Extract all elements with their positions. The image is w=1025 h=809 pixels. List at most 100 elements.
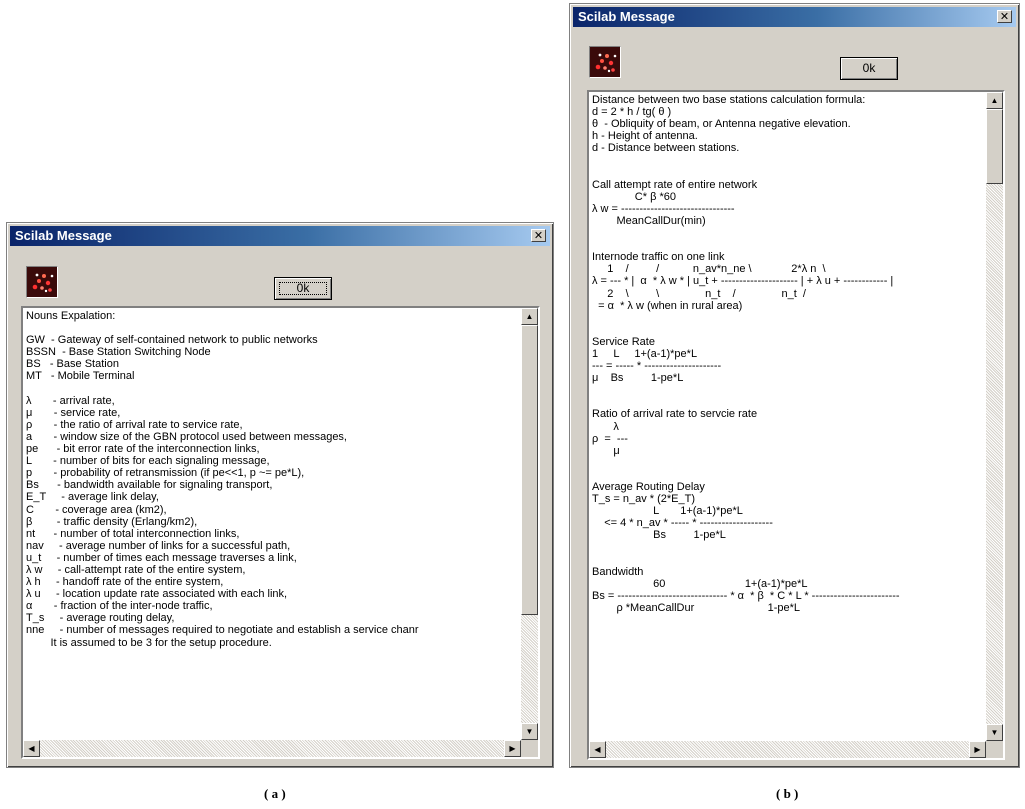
message-line: ρ = ---	[592, 432, 628, 445]
message-line: T_s = n_av * (2*E_T)	[592, 493, 696, 506]
message-line: λ u - location update rate associated wi…	[26, 588, 288, 601]
message-line: 1 L 1+(a-1)*pe*L	[592, 347, 698, 360]
ok-button-a[interactable]: 0k	[274, 277, 332, 300]
message-line: 2 \ \ n_t / n_t /	[592, 287, 806, 300]
message-line: ρ *MeanCallDur 1-pe*L	[592, 601, 800, 614]
message-line	[592, 554, 983, 566]
message-line	[592, 324, 983, 336]
message-line: Bs - bandwidth available for signaling t…	[26, 479, 273, 492]
message-line: L - number of bits for each signaling me…	[26, 455, 270, 468]
message-line: λ w = -------------------------------	[592, 202, 735, 215]
message-line: μ	[592, 444, 620, 457]
message-line	[592, 384, 983, 396]
title-bar-b[interactable]: Scilab Message ✕	[573, 7, 1016, 27]
scilab-icon	[589, 46, 621, 78]
message-line: Distance between two base stations calcu…	[592, 94, 866, 106]
scroll-thumb-vertical-a[interactable]	[521, 325, 538, 615]
message-line: u_t - number of times each message trave…	[26, 551, 297, 564]
message-line	[592, 239, 983, 251]
message-line: Internode traffic on one link	[592, 251, 725, 264]
scilab-message-dialog-b: Scilab Message ✕ 0k Distance between two…	[569, 3, 1020, 768]
message-line: λ = --- * | α * λ w * | u_t + ----------…	[592, 275, 894, 288]
scroll-right-arrow-icon[interactable]: ▶	[969, 741, 986, 758]
scroll-thumb-vertical-b[interactable]	[986, 109, 1003, 184]
message-line: Average Routing Delay	[592, 481, 705, 493]
message-line: E_T - average link delay,	[26, 491, 159, 504]
message-line: λ - arrival rate,	[26, 394, 115, 407]
message-line: nne - number of messages required to neg…	[26, 624, 419, 637]
scrollbar-corner-a	[521, 740, 538, 757]
message-line	[592, 227, 983, 239]
message-line: θ - Obliquity of beam, or Antenna negati…	[592, 118, 851, 131]
message-text-area-b[interactable]: Distance between two base stations calcu…	[587, 90, 1005, 760]
message-line	[592, 167, 983, 179]
scilab-message-dialog-a: Scilab Message ✕ 0k Nouns Expalation: GW…	[6, 222, 554, 768]
horizontal-scrollbar-b[interactable]: ◀ ▶	[589, 741, 986, 758]
vertical-scrollbar-a[interactable]: ▲ ▼	[521, 308, 538, 740]
caption-a: ( a )	[264, 786, 286, 801]
caption-b: ( b )	[776, 786, 799, 801]
message-line: BS - Base Station	[26, 358, 119, 371]
message-line: β - traffic density (Erlang/km2),	[26, 515, 198, 528]
message-line	[592, 541, 983, 553]
scilab-icon	[26, 266, 58, 298]
message-line: nav - average number of links for a succ…	[26, 539, 291, 552]
message-line: p - probability of retransmission (if pe…	[26, 467, 305, 480]
scroll-up-arrow-icon[interactable]: ▲	[986, 92, 1003, 109]
dialog-title-b: Scilab Message	[578, 9, 675, 24]
close-button-a[interactable]: ✕	[531, 229, 546, 242]
message-line	[592, 312, 983, 324]
message-line: ρ - the ratio of arrival rate to service…	[26, 418, 243, 431]
message-line: μ - service rate,	[26, 406, 121, 419]
message-line: MT - Mobile Terminal	[26, 370, 135, 383]
close-button-b[interactable]: ✕	[997, 10, 1012, 23]
message-line	[592, 154, 983, 166]
scroll-right-arrow-icon[interactable]: ▶	[504, 740, 521, 757]
message-line	[592, 469, 983, 481]
message-line: Bs 1-pe*L	[592, 529, 726, 542]
message-line: 1 / / n_av*n_ne \ 2*λ n \	[592, 263, 826, 276]
horizontal-scrollbar-a[interactable]: ◀ ▶	[23, 740, 521, 757]
scroll-up-arrow-icon[interactable]: ▲	[521, 308, 538, 325]
title-bar-a[interactable]: Scilab Message ✕	[10, 226, 550, 246]
message-text-b: Distance between two base stations calcu…	[592, 94, 983, 738]
message-line: <= 4 * n_av * ----- * ------------------…	[592, 517, 773, 530]
message-line: = α * λ w (when in rural area)	[592, 299, 743, 312]
scrollbar-corner-b	[986, 741, 1003, 758]
vertical-scrollbar-b[interactable]: ▲ ▼	[986, 92, 1003, 741]
message-line: Nouns Expalation:	[26, 310, 116, 322]
message-line: Bandwidth	[592, 565, 644, 578]
message-line: L 1+(a-1)*pe*L	[592, 505, 743, 518]
message-line: a - window size of the GBN protocol used…	[26, 430, 347, 443]
message-text-area-a[interactable]: Nouns Expalation: GW - Gateway of self-c…	[21, 306, 540, 759]
message-line: T_s - average routing delay,	[26, 612, 175, 625]
message-line: C - coverage area (km2),	[26, 503, 167, 516]
message-line: α - fraction of the inter-node traffic,	[26, 600, 213, 613]
message-line: C* β *60	[592, 190, 676, 203]
message-line: 60 1+(a-1)*pe*L	[592, 577, 808, 590]
message-line: d = 2 * h / tg( θ )	[592, 106, 672, 119]
ok-button-b[interactable]: 0k	[840, 57, 898, 80]
message-line: Ratio of arrival rate to servcie rate	[592, 408, 758, 421]
dialog-title-a: Scilab Message	[15, 228, 112, 243]
scroll-down-arrow-icon[interactable]: ▼	[986, 724, 1003, 741]
message-line: BSSN - Base Station Switching Node	[26, 346, 211, 359]
message-text-a: Nouns Expalation: GW - Gateway of self-c…	[26, 310, 518, 737]
message-line: λ w - call-attempt rate of the entire sy…	[26, 563, 246, 576]
message-line: pe - bit error rate of the interconnecti…	[26, 443, 260, 456]
message-line: d - Distance between stations.	[592, 142, 740, 155]
message-line: --- = ----- * ---------------------	[592, 360, 722, 373]
scroll-left-arrow-icon[interactable]: ◀	[23, 740, 40, 757]
scroll-left-arrow-icon[interactable]: ◀	[589, 741, 606, 758]
message-line: nt - number of total interconnection lin…	[26, 527, 240, 540]
message-line: Call attempt rate of entire network	[592, 178, 758, 191]
message-line	[592, 396, 983, 408]
message-line: μ Bs 1-pe*L	[592, 372, 684, 385]
scroll-down-arrow-icon[interactable]: ▼	[521, 723, 538, 740]
message-line: MeanCallDur(min)	[592, 214, 706, 227]
message-line	[26, 322, 518, 334]
message-line: It is assumed to be 3 for the setup proc…	[26, 636, 272, 649]
message-line: λ	[592, 420, 619, 433]
message-line: Service Rate	[592, 335, 655, 348]
message-line	[592, 457, 983, 469]
